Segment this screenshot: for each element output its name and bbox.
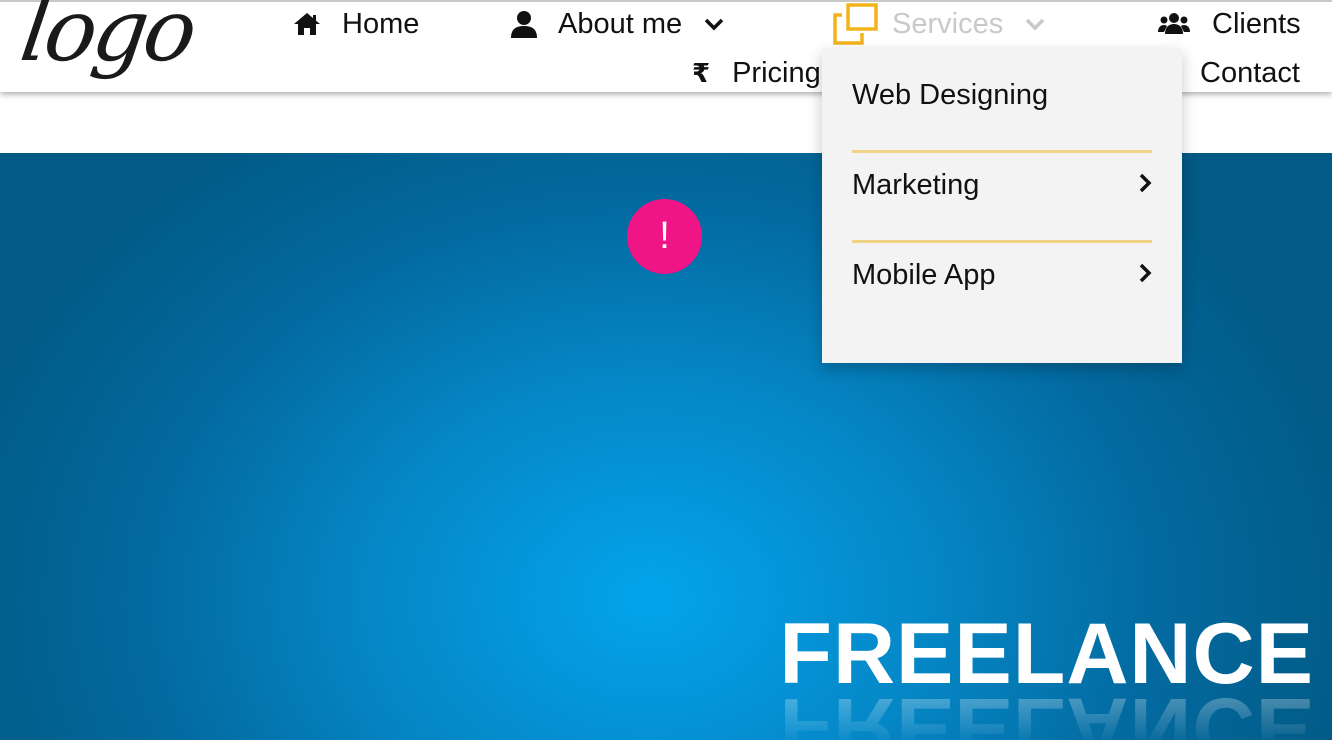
menu-separator <box>852 240 1152 243</box>
nav-clients[interactable]: Clients <box>1158 4 1301 44</box>
nav-contact-label: Contact <box>1200 56 1300 89</box>
nav-about-label: About me <box>558 7 683 40</box>
menu-item-web-designing[interactable]: Web Designing <box>852 71 1152 119</box>
menu-item-mobile-app[interactable]: Mobile App <box>852 251 1152 299</box>
nav-contact[interactable]: Contact <box>1200 53 1300 93</box>
chevron-right-icon <box>1138 259 1152 292</box>
page: ! FREELANCE FREELANCE logo Home About me… <box>0 0 1332 740</box>
user-icon <box>510 10 538 38</box>
nav-about[interactable]: About me <box>510 4 724 44</box>
site-logo[interactable]: logo <box>15 0 199 81</box>
alert-symbol: ! <box>659 215 670 257</box>
menu-item-label: Mobile App <box>852 258 996 291</box>
rupee-icon: ₹ <box>692 57 711 88</box>
copy-icon <box>832 3 880 45</box>
nav-services[interactable]: Services <box>832 3 1045 45</box>
hero-title-reflection: FREELANCE <box>779 680 1314 740</box>
nav-pricing[interactable]: ₹ Pricing <box>692 53 821 93</box>
nav-services-label: Services <box>892 7 1004 40</box>
nav-home-label: Home <box>342 7 420 40</box>
nav-clients-label: Clients <box>1212 7 1301 40</box>
home-icon <box>292 11 322 37</box>
menu-separator <box>852 150 1152 153</box>
nav-home[interactable]: Home <box>292 4 419 44</box>
services-dropdown-menu: Web Designing Marketing Mobile App <box>822 48 1182 363</box>
chevron-down-icon <box>1025 17 1045 31</box>
chevron-right-icon <box>1138 169 1152 202</box>
users-icon <box>1158 12 1190 36</box>
menu-item-label: Web Designing <box>852 78 1049 111</box>
nav-pricing-label: Pricing <box>732 56 821 89</box>
menu-item-label: Marketing <box>852 168 980 201</box>
alert-badge[interactable]: ! <box>627 199 702 274</box>
chevron-down-icon <box>704 17 724 31</box>
menu-item-marketing[interactable]: Marketing <box>852 161 1152 209</box>
